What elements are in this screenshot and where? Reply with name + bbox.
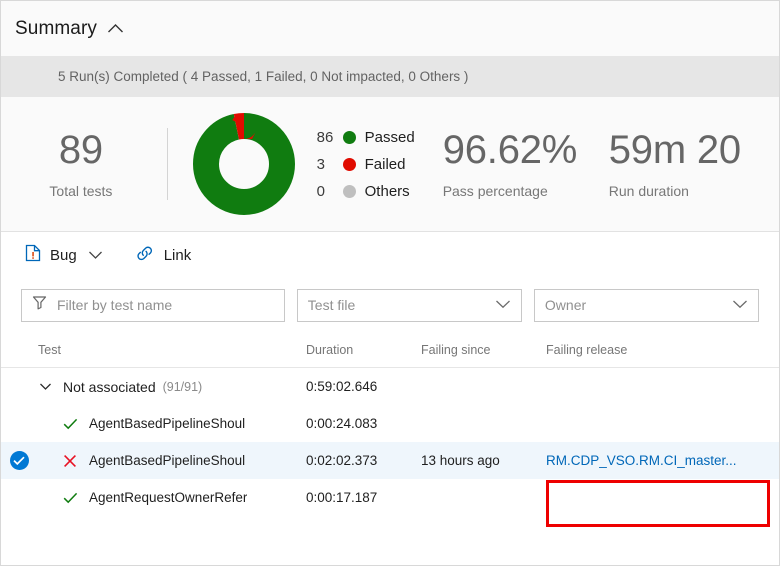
passed-dot-icon: [342, 130, 356, 144]
cell-test[interactable]: AgentBasedPipelineShoul: [37, 453, 306, 468]
metrics-strip: 89 Total tests 86 Passed 3 Failed 0 Othe…: [1, 97, 779, 232]
cell-duration: 0:00:24.083: [306, 416, 378, 431]
link-button[interactable]: Link: [131, 241, 196, 270]
donut-svg: [193, 113, 296, 215]
legend-label: Passed: [364, 128, 415, 146]
passed-check-icon: [59, 492, 81, 504]
pass-percentage-value: 96.62%: [442, 128, 578, 172]
column-header-failing-since[interactable]: Failing since: [421, 343, 546, 357]
metric-pass-percentage: 96.62% Pass percentage: [443, 129, 599, 199]
failed-x-icon: [59, 454, 81, 468]
test-name: AgentBasedPipelineShoul: [89, 453, 246, 468]
chart-legend: 86 Passed 3 Failed 0 Others: [317, 128, 415, 201]
chevron-down-icon[interactable]: [35, 382, 55, 391]
filter-bar: Filter by test name Test file Owner: [1, 278, 779, 332]
search-input[interactable]: Filter by test name: [21, 288, 285, 322]
legend-item: 86 Passed: [317, 128, 415, 147]
failed-dot-icon: [342, 157, 356, 171]
search-placeholder: Filter by test name: [57, 297, 173, 313]
test-name: AgentRequestOwnerRefer: [89, 490, 248, 505]
total-tests-label: Total tests: [49, 183, 113, 199]
column-header-test[interactable]: Test: [1, 343, 306, 357]
owner-dropdown[interactable]: Owner: [533, 288, 760, 322]
row-selection-checkbox[interactable]: [1, 451, 37, 470]
table-row[interactable]: AgentBasedPipelineShoul 0:00:24.083: [1, 405, 779, 442]
cell-failing-release[interactable]: RM.CDP_VSO.RM.CI_master...: [546, 453, 746, 468]
passed-check-icon: [59, 418, 81, 430]
table-row-selected[interactable]: AgentBasedPipelineShoul 0:02:02.373 13 h…: [1, 442, 779, 479]
legend-item: 0 Others: [317, 182, 415, 201]
legend-count: 3: [316, 155, 325, 173]
test-name: AgentBasedPipelineShoul: [89, 416, 246, 431]
pass-percentage-label: Pass percentage: [442, 183, 548, 199]
bug-label: Bug: [50, 246, 77, 264]
cell-test[interactable]: AgentRequestOwnerRefer: [1, 490, 306, 505]
table-row[interactable]: AgentRequestOwnerRefer 0:00:17.187: [1, 479, 779, 516]
legend-label: Failed: [364, 155, 406, 173]
failing-release-link[interactable]: RM.CDP_VSO.RM.CI_master...: [546, 453, 737, 468]
cell-test[interactable]: Not associated (91/91): [1, 379, 306, 395]
outcome-donut-chart: [182, 112, 307, 216]
link-label: Link: [163, 246, 192, 264]
group-count: (91/91): [162, 379, 203, 394]
divider: [166, 128, 168, 200]
metric-total-tests: 89 Total tests: [1, 129, 167, 199]
run-duration-value: 59m 20: [608, 128, 741, 172]
table-header: Test Duration Failing since Failing rele…: [1, 332, 779, 368]
chevron-down-icon[interactable]: [732, 296, 748, 314]
bug-button[interactable]: Bug: [21, 240, 107, 271]
legend-count: 0: [316, 182, 325, 200]
test-file-dropdown[interactable]: Test file: [296, 288, 522, 322]
chevron-up-icon[interactable]: [107, 23, 124, 34]
cell-duration: 0:59:02.646: [306, 379, 378, 394]
column-header-duration[interactable]: Duration: [306, 343, 421, 357]
link-icon: [135, 245, 155, 266]
cell-duration: 0:02:02.373: [306, 453, 378, 468]
page-title: Summary: [15, 17, 97, 39]
cell-duration: 0:00:17.187: [306, 490, 378, 505]
cell-failing-since: 13 hours ago: [421, 453, 500, 468]
chevron-down-icon[interactable]: [88, 250, 103, 260]
others-dot-icon: [342, 184, 356, 198]
filter-icon: [32, 295, 47, 315]
metric-run-duration: 59m 20 Run duration: [609, 129, 779, 199]
test-file-label: Test file: [307, 297, 356, 313]
selected-check-icon: [9, 451, 29, 470]
test-run-summary-panel: Summary 5 Run(s) Completed ( 4 Passed, 1…: [0, 0, 780, 566]
legend-count: 86: [316, 128, 334, 146]
column-header-failing-release[interactable]: Failing release: [546, 343, 746, 357]
test-results-list: Not associated (91/91) 0:59:02.646 Agent…: [1, 368, 779, 516]
table-row[interactable]: Not associated (91/91) 0:59:02.646: [1, 368, 779, 405]
owner-label: Owner: [544, 297, 587, 313]
legend-label: Others: [364, 182, 410, 200]
legend-item: 3 Failed: [317, 155, 415, 174]
command-bar: Bug Link: [1, 232, 779, 278]
chevron-down-icon[interactable]: [495, 296, 511, 314]
summary-header[interactable]: Summary: [1, 1, 779, 56]
group-name: Not associated: [63, 378, 156, 395]
run-duration-label: Run duration: [608, 183, 689, 199]
run-status-text: 5 Run(s) Completed ( 4 Passed, 1 Failed,…: [58, 69, 469, 84]
run-status-banner: 5 Run(s) Completed ( 4 Passed, 1 Failed,…: [1, 56, 779, 97]
cell-test[interactable]: AgentBasedPipelineShoul: [1, 416, 306, 431]
total-tests-value: 89: [58, 128, 103, 172]
bug-page-icon: [25, 244, 41, 267]
